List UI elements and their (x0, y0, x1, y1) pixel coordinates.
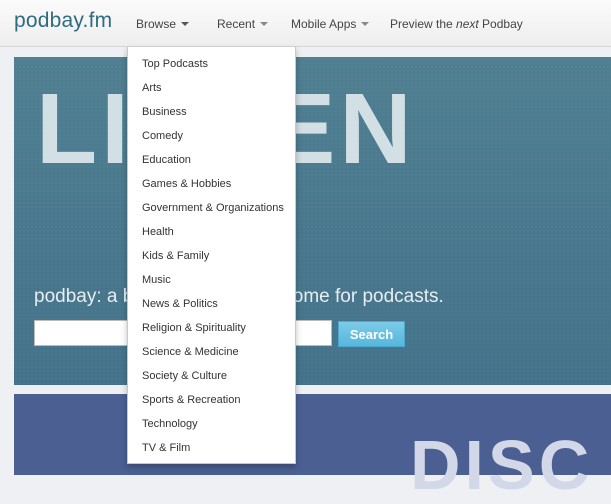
menu-item-comedy[interactable]: Comedy (142, 130, 183, 142)
chevron-down-icon (260, 21, 269, 26)
nav-preview-prefix: Preview the (390, 17, 457, 31)
discover-panel: DISC (14, 394, 611, 500)
menu-item-religion-spirituality[interactable]: Religion & Spirituality (142, 322, 246, 334)
browse-dropdown-menu: Top Podcasts Arts Business Comedy Educat… (127, 47, 296, 464)
nav-mobile-label: Mobile Apps (291, 17, 357, 31)
nav-recent[interactable]: Recent (217, 17, 269, 31)
menu-item-kids-family[interactable]: Kids & Family (142, 250, 209, 262)
nav-preview-next[interactable]: Preview the next Podbay (390, 17, 523, 31)
menu-item-government-organizations[interactable]: Government & Organizations (142, 202, 284, 214)
menu-item-arts[interactable]: Arts (142, 82, 162, 94)
menu-item-science-medicine[interactable]: Science & Medicine (142, 346, 239, 358)
menu-item-music[interactable]: Music (142, 274, 171, 286)
menu-item-business[interactable]: Business (142, 106, 187, 118)
menu-item-technology[interactable]: Technology (142, 418, 198, 430)
discover-heading: DISC (410, 426, 594, 504)
menu-item-tv-film[interactable]: TV & Film (142, 442, 190, 454)
menu-item-health[interactable]: Health (142, 226, 174, 238)
hero-panel: LISTEN podbay: a beautiful, powerful hom… (14, 57, 611, 385)
chevron-down-icon (181, 21, 190, 26)
site-logo[interactable]: podbay.fm (14, 9, 112, 33)
nav-browse[interactable]: Browse (136, 17, 190, 31)
menu-item-sports-recreation[interactable]: Sports & Recreation (142, 394, 240, 406)
nav-mobile-apps[interactable]: Mobile Apps (291, 17, 370, 31)
menu-item-education[interactable]: Education (142, 154, 191, 166)
top-navbar: podbay.fm Browse Recent Mobile Apps Prev… (0, 0, 611, 47)
search-button[interactable]: Search (338, 321, 405, 347)
menu-item-society-culture[interactable]: Society & Culture (142, 370, 227, 382)
menu-item-top-podcasts[interactable]: Top Podcasts (142, 58, 208, 70)
menu-item-games-hobbies[interactable]: Games & Hobbies (142, 178, 231, 190)
nav-recent-label: Recent (217, 17, 256, 31)
nav-preview-suffix: Podbay (478, 17, 523, 31)
menu-item-news-politics[interactable]: News & Politics (142, 298, 218, 310)
nav-browse-label: Browse (136, 17, 177, 31)
chevron-down-icon (361, 21, 370, 26)
nav-preview-emphasis: next (456, 17, 479, 31)
